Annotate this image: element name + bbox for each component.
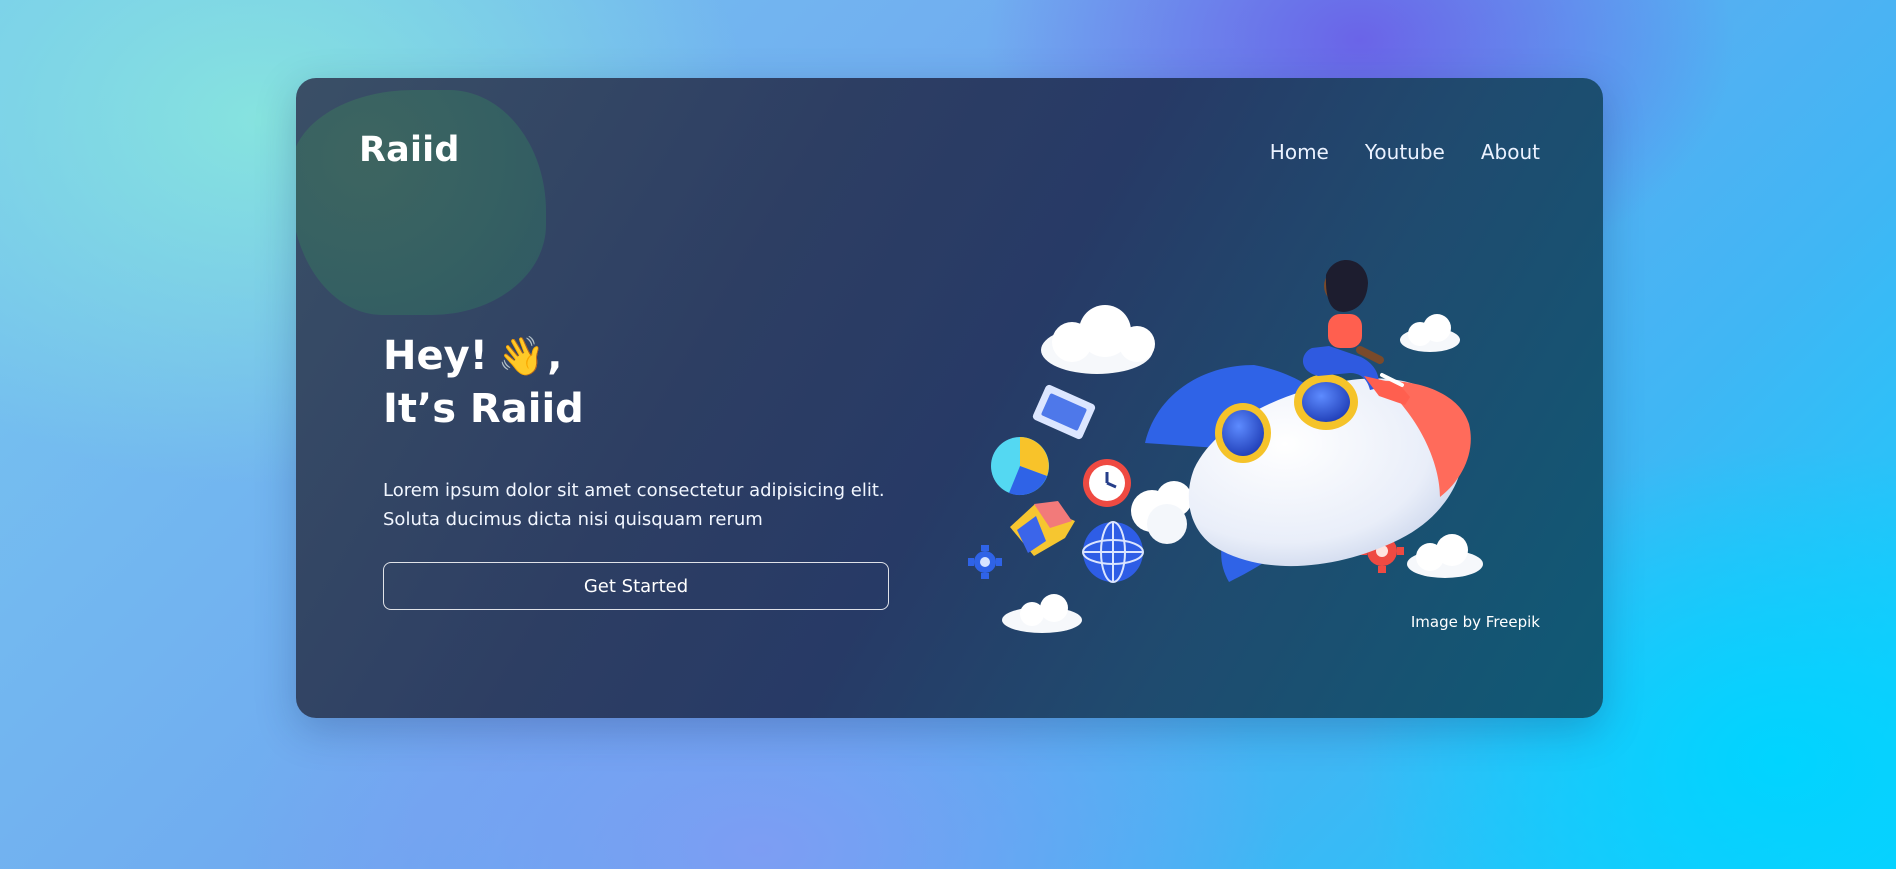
hero-description: Lorem ipsum dolor sit amet consectetur a… bbox=[383, 476, 903, 534]
globe-icon bbox=[1082, 521, 1144, 583]
pie-chart-icon bbox=[991, 437, 1049, 496]
hero-heading-name: It’s Raiid bbox=[383, 386, 584, 432]
cloud-icon bbox=[1131, 481, 1192, 544]
cloud-icon bbox=[1407, 534, 1483, 578]
rocket-illustration-icon bbox=[968, 259, 1483, 633]
hero-description-line1: Lorem ipsum dolor sit amet consectetur a… bbox=[383, 480, 885, 501]
hero-heading: Hey! 👋, It’s Raiid bbox=[383, 330, 903, 436]
gear-icon bbox=[968, 545, 1002, 579]
hero-text-block: Hey! 👋, It’s Raiid Lorem ipsum dolor sit … bbox=[383, 330, 903, 534]
hero-card: Raiid Home Youtube About Hey! 👋, It’s Rai… bbox=[296, 78, 1603, 718]
document-icon bbox=[1032, 384, 1096, 440]
hero-description-line2: Soluta ducimus dicta nisi quisquam rerum bbox=[383, 509, 763, 530]
cloud-icon bbox=[1400, 314, 1460, 352]
hero-heading-greeting: Hey! bbox=[383, 333, 488, 379]
top-nav: Home Youtube About bbox=[1270, 140, 1540, 164]
nav-youtube-link[interactable]: Youtube bbox=[1365, 140, 1445, 164]
get-started-button[interactable]: Get Started bbox=[383, 562, 889, 610]
decorative-blob bbox=[296, 90, 546, 315]
nav-home-link[interactable]: Home bbox=[1270, 140, 1329, 164]
nav-about-link[interactable]: About bbox=[1481, 140, 1540, 164]
cloud-icon bbox=[1002, 594, 1082, 633]
hero-heading-comma: , bbox=[547, 333, 563, 379]
brand-logo[interactable]: Raiid bbox=[359, 130, 460, 170]
clock-icon bbox=[1083, 459, 1131, 507]
cloud-icon bbox=[1041, 305, 1155, 374]
map-pin-icon bbox=[1010, 501, 1075, 556]
waving-hand-icon: 👋 bbox=[497, 334, 546, 378]
image-credit: Image by Freepik bbox=[1410, 613, 1540, 631]
